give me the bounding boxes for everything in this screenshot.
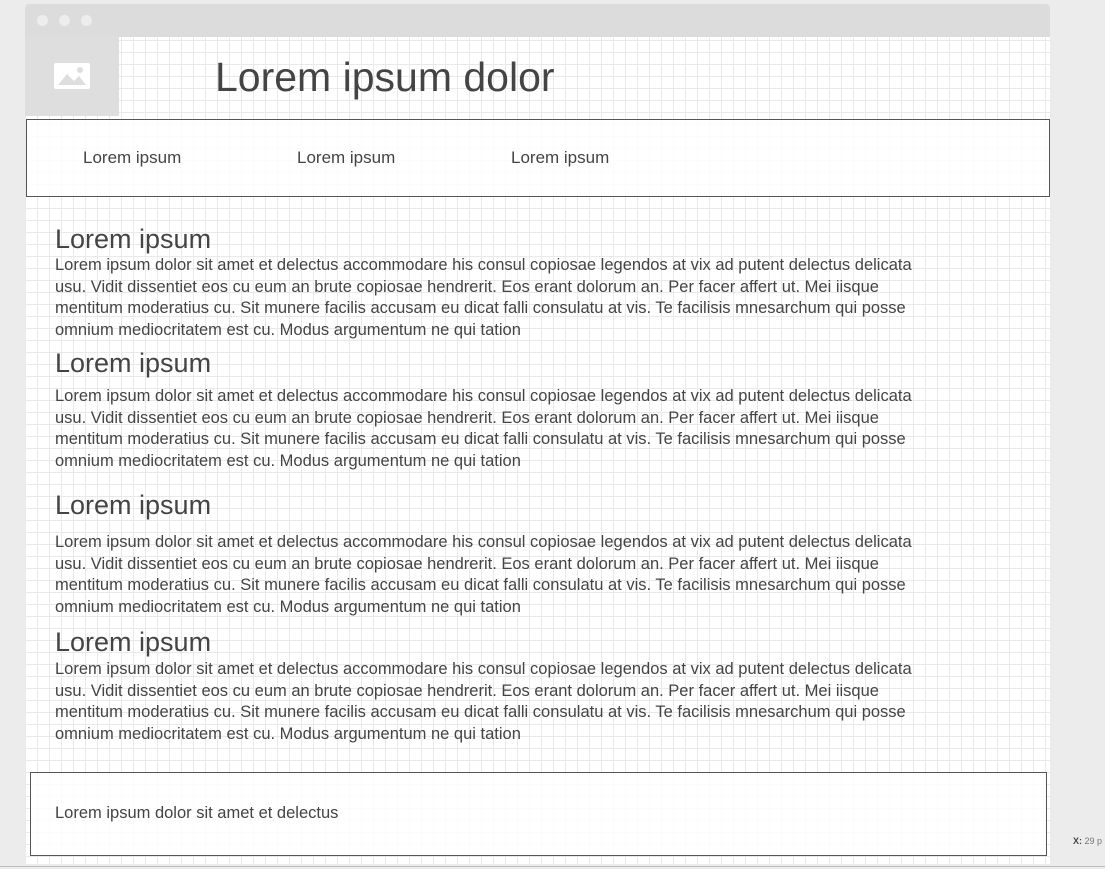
window-maximize-dot[interactable] xyxy=(81,15,92,26)
nav-item-3[interactable]: Lorem ipsum xyxy=(511,148,609,168)
footer: Lorem ipsum dolor sit amet et delectus xyxy=(30,772,1047,856)
section-1-title: Lorem ipsum xyxy=(55,224,212,254)
nav-item-2[interactable]: Lorem ipsum xyxy=(297,148,395,168)
coord-label: X: xyxy=(1073,836,1082,846)
section-3-title: Lorem ipsum xyxy=(55,490,212,520)
section-1-body: Lorem ipsum dolor sit amet et delectus a… xyxy=(55,256,912,340)
page-title: Lorem ipsum dolor xyxy=(215,54,555,100)
nav-bar: Lorem ipsum Lorem ipsum Lorem ipsum xyxy=(26,119,1050,197)
window-titlebar xyxy=(25,4,1050,37)
window-close-dot[interactable] xyxy=(37,15,48,26)
window-minimize-dot[interactable] xyxy=(59,15,70,26)
browser-window: Lorem ipsum dolor Lorem ipsum Lorem ipsu… xyxy=(25,4,1050,864)
logo-placeholder[interactable] xyxy=(25,37,119,116)
nav-item-1[interactable]: Lorem ipsum xyxy=(83,148,181,168)
canvas: Lorem ipsum dolor Lorem ipsum Lorem ipsu… xyxy=(0,0,1105,869)
section-2-title: Lorem ipsum xyxy=(55,348,212,378)
bottom-divider xyxy=(0,866,1105,867)
image-placeholder-icon xyxy=(54,63,90,89)
coordinate-readout: X: 29 p xyxy=(1073,836,1102,846)
section-4-title: Lorem ipsum xyxy=(55,627,212,657)
section-4-body: Lorem ipsum dolor sit amet et delectus a… xyxy=(55,660,912,744)
coord-value: 29 p xyxy=(1084,836,1103,846)
section-2-body: Lorem ipsum dolor sit amet et delectus a… xyxy=(55,387,912,471)
footer-text: Lorem ipsum dolor sit amet et delectus xyxy=(55,804,339,822)
section-3-body: Lorem ipsum dolor sit amet et delectus a… xyxy=(55,533,912,617)
